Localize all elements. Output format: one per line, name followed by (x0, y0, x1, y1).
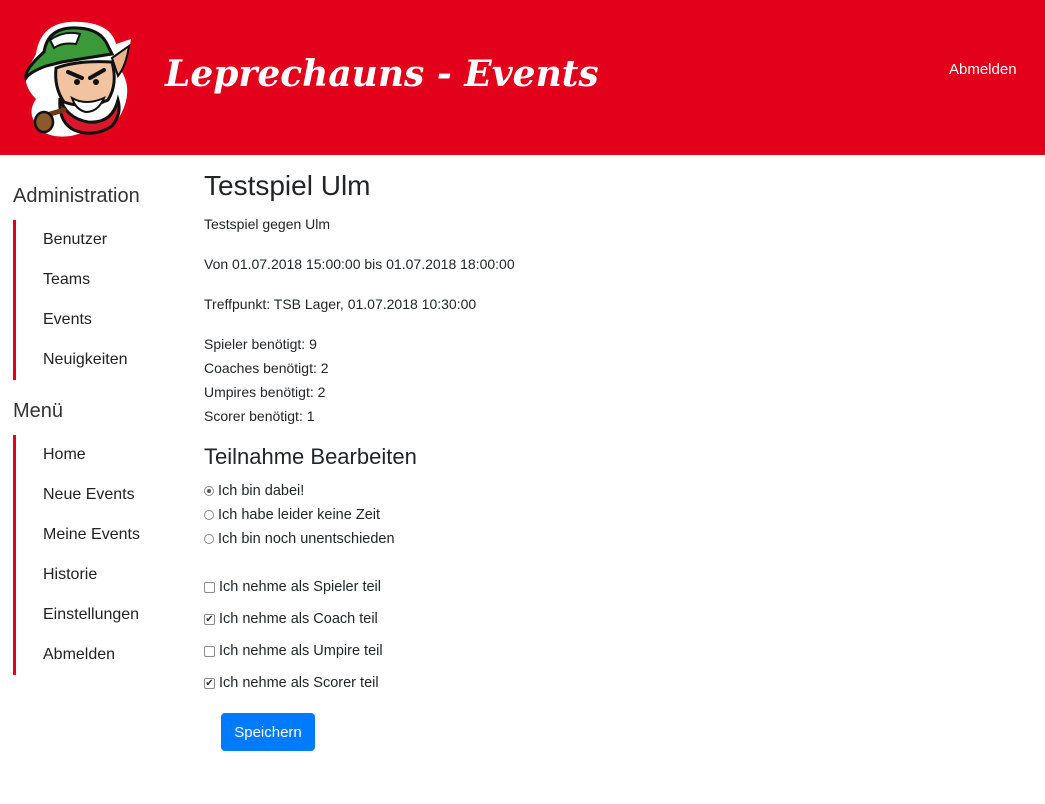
radio-button[interactable] (204, 510, 214, 520)
checkbox[interactable] (204, 581, 215, 593)
radio-option-unentschieden[interactable]: Ich bin noch unentschieden (204, 529, 395, 549)
checkbox-label: Ich nehme als Umpire teil (219, 643, 383, 659)
checkbox-label: Ich nehme als Coach teil (219, 611, 378, 627)
radio-label: Ich bin noch unentschieden (218, 531, 395, 547)
app-title[interactable]: Leprechauns - Events (165, 50, 599, 98)
top-header: Leprechauns - Events Abmelden (0, 0, 1045, 155)
checkbox-spieler[interactable]: Ich nehme als Spieler teil (204, 577, 381, 597)
participation-heading: Teilnahme Bearbeiten (204, 444, 417, 469)
needs-umpires: Umpires benötigt: 2 (204, 384, 326, 400)
leprechaun-logo-icon[interactable] (16, 14, 136, 139)
checkbox-checked[interactable]: ✔ (204, 613, 215, 625)
radio-option-dabei[interactable]: Ich bin dabei! (204, 481, 304, 501)
sidebar-item-events[interactable]: Events (16, 300, 186, 340)
sidebar-menu-group: Home Neue Events Meine Events Historie E… (13, 435, 186, 675)
sidebar-item-home[interactable]: Home (16, 435, 186, 475)
event-description: Testspiel gegen Ulm (204, 216, 331, 232)
event-title: Testspiel Ulm (204, 170, 371, 201)
sidebar-item-benutzer[interactable]: Benutzer (16, 220, 186, 260)
sidebar-item-neue-events[interactable]: Neue Events (16, 475, 186, 515)
radio-option-keine-zeit[interactable]: Ich habe leider keine Zeit (204, 505, 380, 525)
checkbox-umpire[interactable]: Ich nehme als Umpire teil (204, 641, 383, 661)
radio-button[interactable] (204, 486, 214, 496)
save-button[interactable]: Speichern (221, 713, 315, 751)
header-logout-link[interactable]: Abmelden (949, 60, 1017, 80)
sidebar-item-abmelden[interactable]: Abmelden (16, 635, 186, 675)
checkbox-checked[interactable]: ✔ (204, 677, 215, 689)
event-time: Von 01.07.2018 15:00:00 bis 01.07.2018 1… (204, 256, 515, 272)
checkbox-scorer[interactable]: ✔ Ich nehme als Scorer teil (204, 673, 379, 693)
checkbox-coach[interactable]: ✔ Ich nehme als Coach teil (204, 609, 378, 629)
radio-button[interactable] (204, 534, 214, 544)
sidebar-admin-group: Benutzer Teams Events Neuigkeiten (13, 220, 186, 380)
sidebar-item-teams[interactable]: Teams (16, 260, 186, 300)
needs-scorers: Scorer benötigt: 1 (204, 408, 315, 424)
event-meeting-point: Treffpunkt: TSB Lager, 01.07.2018 10:30:… (204, 296, 477, 312)
sidebar-heading-menu: Menü (13, 400, 64, 422)
sidebar-item-neuigkeiten[interactable]: Neuigkeiten (16, 340, 186, 380)
sidebar-item-einstellungen[interactable]: Einstellungen (16, 595, 186, 635)
sidebar-item-historie[interactable]: Historie (16, 555, 186, 595)
radio-label: Ich habe leider keine Zeit (218, 507, 381, 523)
needs-coaches: Coaches benötigt: 2 (204, 360, 329, 376)
checkbox-label: Ich nehme als Spieler teil (219, 579, 381, 595)
checkbox[interactable] (204, 645, 215, 657)
checkbox-label: Ich nehme als Scorer teil (219, 675, 379, 691)
needs-players: Spieler benötigt: 9 (204, 336, 317, 352)
sidebar-item-meine-events[interactable]: Meine Events (16, 515, 186, 555)
sidebar-heading-administration: Administration (13, 185, 140, 207)
radio-label: Ich bin dabei! (218, 483, 305, 499)
